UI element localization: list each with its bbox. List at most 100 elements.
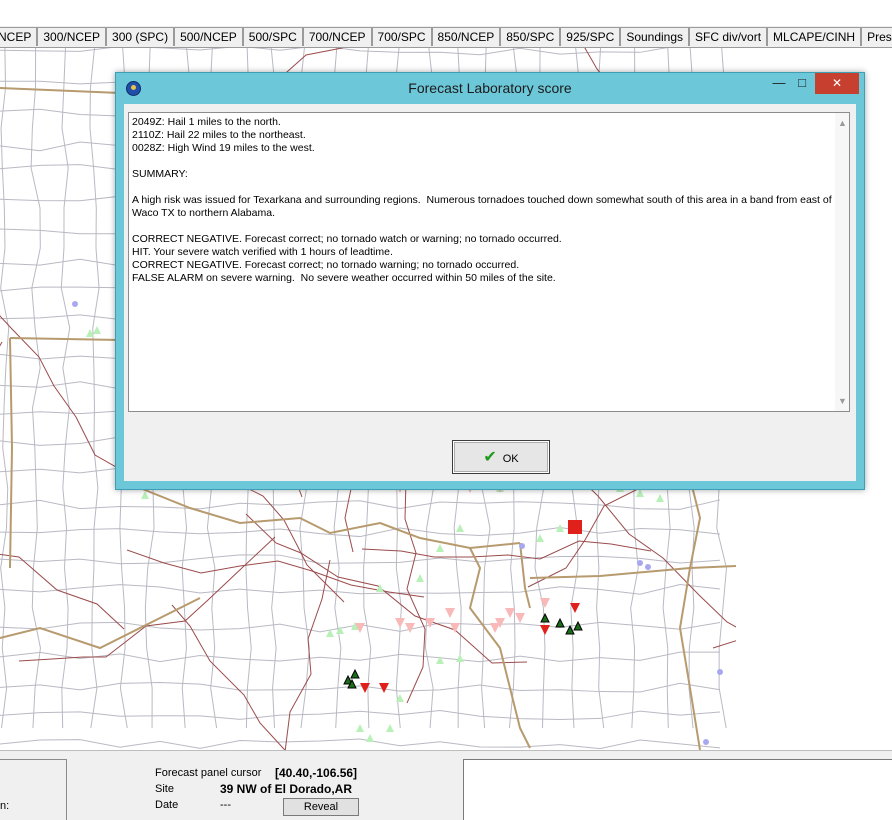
hail-report-marker	[376, 584, 384, 592]
hail-report-marker	[636, 489, 644, 497]
score-text-line: 2049Z: Hail 1 miles to the north.	[132, 116, 281, 128]
tab-item[interactable]: Pressure change	[861, 27, 892, 46]
site-label: Site	[155, 783, 174, 795]
tab-item[interactable]: 850/SPC	[500, 27, 561, 46]
county-line	[0, 738, 721, 750]
ok-button[interactable]: ✔ OK	[452, 440, 550, 474]
hail-report-marker	[386, 724, 394, 732]
county-line	[0, 554, 721, 565]
score-dialog: Forecast Laboratory score — □ ✕ 2049Z: H…	[115, 72, 865, 490]
hail-report-marker	[350, 668, 360, 679]
hail-report-marker	[555, 617, 565, 628]
wind-report-marker	[450, 623, 460, 633]
status-panel: n: Forecast panel cursor [40.40,-106.56]…	[0, 750, 892, 820]
score-text-line: SUMMARY:	[132, 168, 188, 180]
station-dot	[717, 669, 723, 675]
left-info-box	[0, 759, 67, 820]
wind-report-marker	[445, 608, 455, 618]
tab-item[interactable]: MLCAPE/CINH	[767, 27, 862, 46]
highway-line	[0, 341, 3, 347]
wind-report-marker	[540, 598, 550, 608]
score-text-line: FALSE ALARM on severe warning. No severe…	[132, 272, 556, 284]
wind-report-marker	[395, 618, 405, 628]
score-text-lines: 2049Z: Hail 1 miles to the north. 2110Z: …	[132, 116, 833, 285]
dialog-title-bar[interactable]: Forecast Laboratory score — □ ✕	[116, 73, 864, 103]
wind-report-marker	[515, 613, 525, 623]
score-text-line: 0028Z: High Wind 19 miles to the west.	[132, 142, 315, 154]
textbox-scrollbar[interactable]: ▲ ▼	[835, 113, 849, 411]
score-text-line: A high risk was issued for Texarkana and…	[132, 194, 835, 219]
score-text-line: HIT. Your severe watch verified with 1 h…	[132, 246, 393, 258]
score-text-line	[132, 181, 833, 194]
county-line	[89, 48, 100, 729]
score-text-line: CORRECT NEGATIVE. Forecast correct; no t…	[132, 259, 520, 271]
county-line	[0, 499, 721, 510]
cursor-value: [40.40,-106.56]	[275, 766, 358, 780]
tab-item[interactable]: 700/NCEP	[302, 27, 372, 46]
date-value: ---	[220, 799, 231, 811]
station-dot	[637, 560, 643, 566]
hail-report-marker	[456, 524, 464, 532]
county-line	[0, 682, 721, 693]
hail-report-marker	[141, 491, 149, 499]
tab-item[interactable]: 500/SPC	[242, 27, 303, 46]
left-cut-label: n:	[0, 800, 10, 812]
county-line	[0, 526, 721, 538]
county-line	[0, 651, 721, 663]
cursor-label: Forecast panel cursor	[155, 767, 262, 779]
highway-line	[712, 640, 736, 649]
ok-label: OK	[502, 453, 519, 465]
hail-report-marker	[536, 534, 544, 542]
score-textbox[interactable]: 2049Z: Hail 1 miles to the north. 2110Z: …	[128, 112, 850, 412]
score-text-line	[132, 155, 833, 168]
tab-item[interactable]: 300/NCEP	[37, 27, 107, 46]
tab-list: NCEP 300/NCEP 300 (SPC) 500/NCEP 500/SPC 700/…	[0, 27, 892, 47]
station-dot	[519, 543, 525, 549]
hail-report-marker	[573, 620, 583, 631]
watch-box-marker	[568, 520, 582, 534]
county-line	[0, 48, 668, 56]
tab-item[interactable]: 700/SPC	[371, 27, 432, 46]
output-box	[463, 759, 892, 820]
station-dot	[703, 739, 709, 745]
hail-report-marker	[565, 624, 575, 635]
hail-report-marker	[366, 734, 374, 742]
date-label: Date	[155, 799, 179, 811]
hail-report-marker	[336, 626, 344, 634]
wind-report-marker	[360, 683, 370, 693]
county-line	[0, 710, 721, 720]
checkmark-icon: ✔	[483, 447, 497, 466]
wind-report-marker	[505, 608, 515, 618]
tab-item[interactable]: NCEP	[0, 27, 38, 46]
wind-report-marker	[379, 683, 389, 693]
maximize-icon[interactable]: □	[789, 73, 815, 94]
highway-line	[245, 513, 528, 664]
dialog-title: Forecast Laboratory score	[408, 80, 572, 96]
scroll-up-icon[interactable]: ▲	[838, 117, 847, 130]
station-dot	[645, 564, 651, 570]
tab-item[interactable]: 925/SPC	[560, 27, 621, 46]
close-icon[interactable]: ✕	[815, 73, 859, 94]
hail-report-marker	[436, 544, 444, 552]
tab-item[interactable]: SFC div/vort	[689, 27, 768, 46]
highway-line	[171, 604, 286, 750]
hail-report-marker	[656, 494, 664, 502]
wind-report-marker	[405, 623, 415, 633]
county-line	[0, 48, 10, 729]
tab-item[interactable]: 500/NCEP	[174, 27, 243, 46]
reveal-button[interactable]: Reveal	[283, 798, 359, 816]
wind-report-marker	[540, 625, 550, 635]
tab-item[interactable]: 850/NCEP	[431, 27, 501, 46]
tab-item[interactable]: Soundings	[620, 27, 690, 46]
county-line	[0, 584, 721, 595]
hail-report-marker	[93, 326, 101, 334]
hail-report-marker	[456, 654, 464, 662]
tab-item[interactable]: 300 (SPC)	[106, 27, 175, 46]
scroll-down-icon[interactable]: ▼	[838, 395, 847, 408]
score-text-line: 2110Z: Hail 22 miles to the northeast.	[132, 129, 306, 141]
site-value: 39 NW of El Dorado,AR	[220, 782, 353, 796]
score-text-line: CORRECT NEGATIVE. Forecast correct; no t…	[132, 233, 562, 245]
hail-report-marker	[416, 574, 424, 582]
dialog-client: 2049Z: Hail 1 miles to the north. 2110Z: …	[124, 104, 856, 481]
hail-report-marker	[356, 724, 364, 732]
